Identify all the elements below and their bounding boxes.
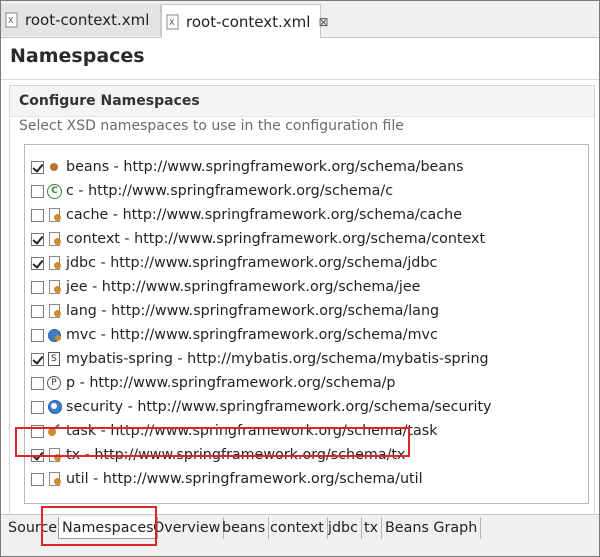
namespace-row-c[interactable]: c - http://www.springframework.org/schem… bbox=[25, 179, 588, 203]
tab-overview[interactable]: Overview bbox=[150, 517, 225, 539]
jee-icon bbox=[47, 280, 61, 294]
editor-tab-root-context-1[interactable]: X root-context.xml bbox=[1, 4, 161, 36]
namespace-label: jee - http://www.springframework.org/sch… bbox=[66, 279, 421, 295]
checkbox[interactable] bbox=[31, 232, 44, 246]
jdbc-icon bbox=[47, 256, 61, 270]
editor-tab-root-context-2[interactable]: X root-context.xml ⊠ bbox=[161, 4, 329, 38]
highlight-box-tx bbox=[15, 427, 410, 457]
checkbox[interactable] bbox=[31, 208, 44, 222]
checkbox[interactable] bbox=[31, 328, 44, 342]
tab-context[interactable]: context bbox=[267, 517, 328, 539]
tab-tx[interactable]: tx bbox=[361, 517, 383, 539]
namespace-label: mybatis-spring - http://mybatis.org/sche… bbox=[66, 351, 489, 367]
namespace-label: util - http://www.springframework.org/sc… bbox=[66, 471, 423, 487]
checkbox[interactable] bbox=[31, 184, 44, 198]
namespace-label: context - http://www.springframework.org… bbox=[66, 231, 486, 247]
checkbox[interactable] bbox=[31, 400, 44, 414]
namespace-row-mvc[interactable]: mvc - http://www.springframework.org/sch… bbox=[25, 323, 588, 347]
mvc-globe-icon bbox=[47, 328, 61, 342]
namespace-label: jdbc - http://www.springframework.org/sc… bbox=[66, 255, 438, 271]
editor-tab-label: root-context.xml bbox=[25, 11, 150, 29]
editor-tab-bar: X root-context.xml X root-context.xml ⊠ bbox=[1, 1, 599, 38]
namespace-row-cache[interactable]: cache - http://www.springframework.org/s… bbox=[25, 203, 588, 227]
checkbox[interactable] bbox=[31, 304, 44, 318]
highlight-box-namespaces-tab bbox=[41, 506, 157, 546]
title-divider bbox=[1, 79, 599, 80]
tab-jdbc[interactable]: jdbc bbox=[325, 517, 362, 539]
editor-tab-label: root-context.xml bbox=[186, 12, 311, 31]
section-description: Select XSD namespaces to use in the conf… bbox=[19, 118, 404, 134]
tab-beans[interactable]: beans bbox=[219, 517, 270, 539]
namespace-label: p - http://www.springframework.org/schem… bbox=[66, 375, 396, 391]
namespace-label: lang - http://www.springframework.org/sc… bbox=[66, 303, 440, 319]
p-namespace-icon bbox=[47, 376, 61, 390]
page-title: Namespaces bbox=[10, 45, 145, 67]
tab-beans-graph[interactable]: Beans Graph bbox=[382, 517, 482, 539]
namespace-row-p[interactable]: p - http://www.springframework.org/schem… bbox=[25, 371, 588, 395]
namespace-row-mybatis-spring[interactable]: mybatis-spring - http://mybatis.org/sche… bbox=[25, 347, 588, 371]
namespace-row-security[interactable]: security - http://www.springframework.or… bbox=[25, 395, 588, 419]
util-icon bbox=[47, 472, 61, 486]
checkbox[interactable] bbox=[31, 160, 44, 174]
namespace-row-lang[interactable]: lang - http://www.springframework.org/sc… bbox=[25, 299, 588, 323]
checkbox[interactable] bbox=[31, 376, 44, 390]
lang-icon bbox=[47, 304, 61, 318]
checkbox[interactable] bbox=[31, 280, 44, 294]
xml-file-icon: X bbox=[166, 14, 179, 29]
cache-icon bbox=[47, 208, 61, 222]
section-title: Configure Namespaces bbox=[19, 93, 200, 109]
xml-file-icon: X bbox=[5, 12, 18, 28]
svg-text:X: X bbox=[8, 16, 14, 25]
namespace-row-util[interactable]: util - http://www.springframework.org/sc… bbox=[25, 467, 588, 491]
section-header[interactable]: Configure Namespaces bbox=[10, 86, 594, 117]
c-namespace-icon bbox=[47, 184, 62, 199]
checkbox[interactable] bbox=[31, 256, 44, 270]
bean-icon bbox=[47, 160, 61, 174]
checkbox[interactable] bbox=[31, 472, 44, 486]
namespace-row-jee[interactable]: jee - http://www.springframework.org/sch… bbox=[25, 275, 588, 299]
namespace-row-jdbc[interactable]: jdbc - http://www.springframework.org/sc… bbox=[25, 251, 588, 275]
checkbox[interactable] bbox=[31, 352, 44, 366]
close-icon[interactable]: ⊠ bbox=[318, 15, 328, 29]
namespace-label: security - http://www.springframework.or… bbox=[66, 399, 492, 415]
schema-s-icon bbox=[47, 352, 61, 366]
namespace-row-context[interactable]: context - http://www.springframework.org… bbox=[25, 227, 588, 251]
editor-window: X root-context.xml X root-context.xml ⊠ … bbox=[0, 0, 600, 557]
namespace-row-beans[interactable]: beans - http://www.springframework.org/s… bbox=[25, 155, 588, 179]
context-icon bbox=[47, 232, 61, 246]
namespace-label: mvc - http://www.springframework.org/sch… bbox=[66, 327, 438, 343]
svg-text:X: X bbox=[169, 18, 175, 27]
namespace-label: c - http://www.springframework.org/schem… bbox=[66, 183, 394, 199]
namespace-label: cache - http://www.springframework.org/s… bbox=[66, 207, 463, 223]
security-icon bbox=[47, 400, 62, 414]
namespace-label: beans - http://www.springframework.org/s… bbox=[66, 159, 464, 175]
